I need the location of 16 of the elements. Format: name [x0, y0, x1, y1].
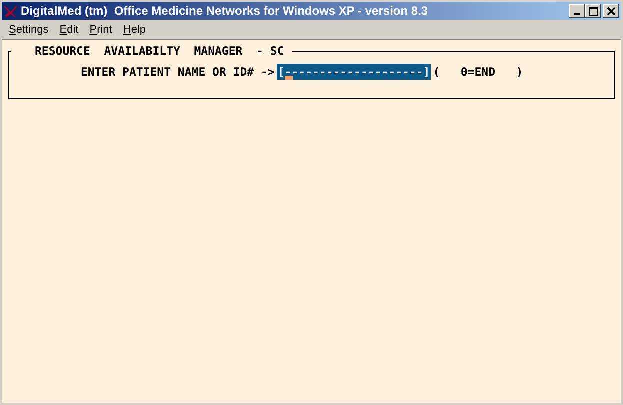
window-title: DigitalMed (tm) Office Medicine Networks for Windows XP - version 8.3 — [21, 4, 430, 18]
close-button[interactable] — [603, 4, 619, 18]
menu-item[interactable]: Help — [118, 24, 152, 36]
maximize-icon — [588, 6, 598, 16]
input-field[interactable]: [--------------------] — [276, 64, 432, 80]
prompt-label: ENTER PATIENT NAME OR ID# -> — [81, 65, 275, 79]
menu-item[interactable]: Settings — [4, 24, 55, 36]
menu-item[interactable]: Edit — [54, 24, 85, 36]
close-icon — [606, 6, 616, 16]
menu-item[interactable]: Print — [84, 24, 118, 36]
minimize-button[interactable] — [569, 4, 585, 18]
cursor — [284, 76, 293, 80]
end-hint: ( 0=END ) — [433, 65, 524, 79]
app-icon — [4, 4, 18, 18]
panel-title: RESOURCE AVAILABILTY MANAGER - SC — [34, 44, 286, 58]
maximize-button[interactable] — [585, 4, 601, 18]
